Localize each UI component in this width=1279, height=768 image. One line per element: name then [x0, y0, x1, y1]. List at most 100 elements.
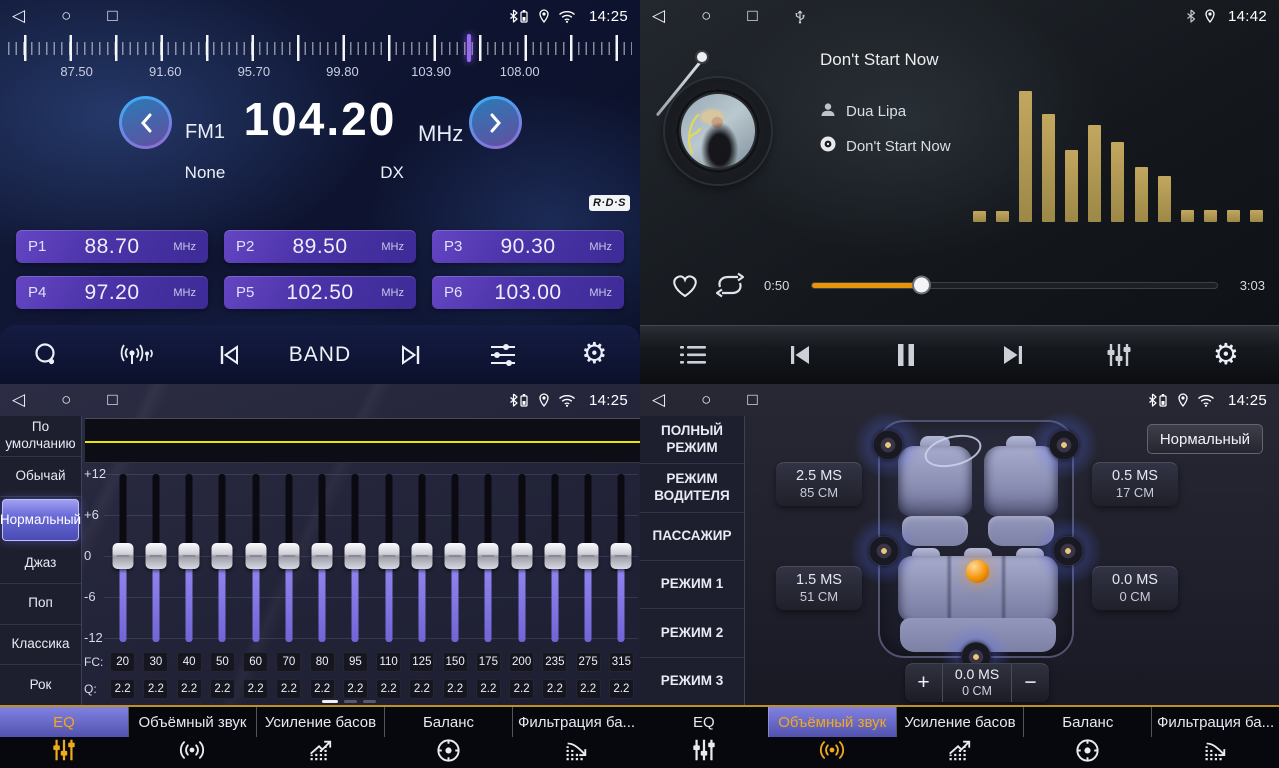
- fc-value-box[interactable]: 40: [177, 652, 202, 672]
- fc-value-box[interactable]: 275: [576, 652, 601, 672]
- surround-mode-item[interactable]: РЕЖИМ ВОДИТЕЛЯ: [640, 464, 744, 512]
- eq-preset-item[interactable]: Нормальный: [2, 499, 79, 541]
- eq-band-slider[interactable]: [542, 466, 568, 646]
- tuner-scale[interactable]: [8, 34, 632, 64]
- surround-mode-item[interactable]: РЕЖИМ 1: [640, 561, 744, 609]
- slider-handle[interactable]: [378, 543, 399, 569]
- eq-band-slider[interactable]: [110, 466, 136, 646]
- fc-value-box[interactable]: 175: [476, 652, 501, 672]
- audio-settings-button[interactable]: [473, 331, 533, 379]
- delay-increase-button[interactable]: +: [905, 664, 942, 702]
- recents-icon[interactable]: □: [747, 0, 757, 32]
- q-value-box[interactable]: 2.2: [409, 679, 434, 699]
- next-track-button[interactable]: [983, 331, 1043, 379]
- pause-button[interactable]: [876, 331, 936, 379]
- eq-band-slider[interactable]: [276, 466, 302, 646]
- q-value-box[interactable]: 2.2: [143, 679, 168, 699]
- q-value-box[interactable]: 2.2: [376, 679, 401, 699]
- eq-band-slider[interactable]: [176, 466, 202, 646]
- delay-decrease-button[interactable]: −: [1012, 664, 1049, 702]
- back-icon[interactable]: ◁: [652, 384, 665, 416]
- slider-handle[interactable]: [212, 543, 233, 569]
- eq-band-slider[interactable]: [442, 466, 468, 646]
- eq-band-slider[interactable]: [342, 466, 368, 646]
- previous-track-button[interactable]: [770, 331, 830, 379]
- slider-handle[interactable]: [278, 543, 299, 569]
- fc-value-box[interactable]: 20: [110, 652, 135, 672]
- eq-band-slider[interactable]: [575, 466, 601, 646]
- listening-position-marker[interactable]: [966, 560, 989, 583]
- sound-profile-button[interactable]: Нормальный: [1147, 424, 1263, 454]
- eq-band-slider[interactable]: [209, 466, 235, 646]
- eq-band-slider[interactable]: [475, 466, 501, 646]
- slider-handle[interactable]: [112, 543, 133, 569]
- slider-handle[interactable]: [245, 543, 266, 569]
- repeat-button[interactable]: [714, 272, 758, 298]
- fc-value-box[interactable]: 125: [409, 652, 434, 672]
- eq-band-slider[interactable]: [509, 466, 535, 646]
- eq-preset-item[interactable]: Джаз: [0, 543, 81, 584]
- scan-button[interactable]: [16, 331, 76, 379]
- home-icon[interactable]: ○: [701, 0, 711, 32]
- back-icon[interactable]: ◁: [12, 384, 25, 416]
- settings-button[interactable]: ⚙: [564, 331, 624, 379]
- rear-right-delay[interactable]: 0.0 MS 0 CM: [1092, 566, 1178, 610]
- preset-button[interactable]: P3 90.30 MHz: [432, 230, 624, 263]
- front-left-speaker-icon[interactable]: [873, 430, 903, 460]
- surround-mode-item[interactable]: ПАССАЖИР: [640, 513, 744, 561]
- album-art[interactable]: [665, 78, 771, 184]
- tab-balance[interactable]: Баланс: [1023, 707, 1151, 768]
- back-icon[interactable]: ◁: [12, 0, 25, 32]
- slider-handle[interactable]: [445, 543, 466, 569]
- eq-band-slider[interactable]: [608, 466, 634, 646]
- q-value-box[interactable]: 2.2: [576, 679, 601, 699]
- fc-value-box[interactable]: 60: [243, 652, 268, 672]
- q-value-box[interactable]: 2.2: [110, 679, 135, 699]
- surround-mode-item[interactable]: ПОЛНЫЙ РЕЖИМ: [640, 416, 744, 464]
- rear-right-speaker-icon[interactable]: [1053, 536, 1083, 566]
- tab-bass-boost[interactable]: Усиление басов: [896, 707, 1024, 768]
- preset-button[interactable]: P5 102.50 MHz: [224, 276, 416, 309]
- fc-value-box[interactable]: 95: [343, 652, 368, 672]
- tab-balance[interactable]: Баланс: [384, 707, 512, 768]
- band-button[interactable]: BAND: [290, 331, 350, 379]
- slider-handle[interactable]: [478, 543, 499, 569]
- previous-station-button[interactable]: [199, 331, 259, 379]
- frequency-up-button[interactable]: [469, 96, 522, 149]
- eq-preset-item[interactable]: Обычай: [0, 457, 81, 498]
- tab-eq[interactable]: EQ: [640, 707, 768, 768]
- slider-handle[interactable]: [578, 543, 599, 569]
- slider-handle[interactable]: [511, 543, 532, 569]
- preset-button[interactable]: P4 97.20 MHz: [16, 276, 208, 309]
- tuner-pointer[interactable]: [467, 34, 471, 62]
- fc-value-box[interactable]: 50: [210, 652, 235, 672]
- eq-band-slider[interactable]: [309, 466, 335, 646]
- broadcast-button[interactable]: [107, 331, 167, 379]
- tab-bass-filter[interactable]: Фильтрация ба...: [1151, 707, 1279, 768]
- preset-button[interactable]: P6 103.00 MHz: [432, 276, 624, 309]
- front-left-delay[interactable]: 2.5 MS 85 CM: [776, 462, 862, 506]
- q-value-box[interactable]: 2.2: [476, 679, 501, 699]
- band-page-indicator[interactable]: [322, 700, 376, 703]
- q-value-box[interactable]: 2.2: [210, 679, 235, 699]
- tab-eq[interactable]: EQ: [0, 707, 128, 768]
- tab-surround-sound[interactable]: Объёмный звук: [128, 707, 256, 768]
- dx-mode[interactable]: DX: [370, 163, 414, 183]
- slider-handle[interactable]: [312, 543, 333, 569]
- fc-value-box[interactable]: 110: [376, 652, 401, 672]
- slider-handle[interactable]: [544, 543, 565, 569]
- playlist-button[interactable]: [663, 331, 723, 379]
- rear-left-delay[interactable]: 1.5 MS 51 CM: [776, 566, 862, 610]
- q-value-box[interactable]: 2.2: [443, 679, 468, 699]
- q-value-box[interactable]: 2.2: [310, 679, 335, 699]
- q-value-box[interactable]: 2.2: [609, 679, 634, 699]
- eq-preset-item[interactable]: Классика: [0, 625, 81, 666]
- eq-band-slider[interactable]: [409, 466, 435, 646]
- favorite-button[interactable]: [670, 272, 714, 299]
- preset-button[interactable]: P2 89.50 MHz: [224, 230, 416, 263]
- slider-handle[interactable]: [611, 543, 632, 569]
- fc-value-box[interactable]: 315: [609, 652, 634, 672]
- home-icon[interactable]: ○: [61, 0, 71, 32]
- seek-bar[interactable]: [812, 283, 1217, 288]
- preset-button[interactable]: P1 88.70 MHz: [16, 230, 208, 263]
